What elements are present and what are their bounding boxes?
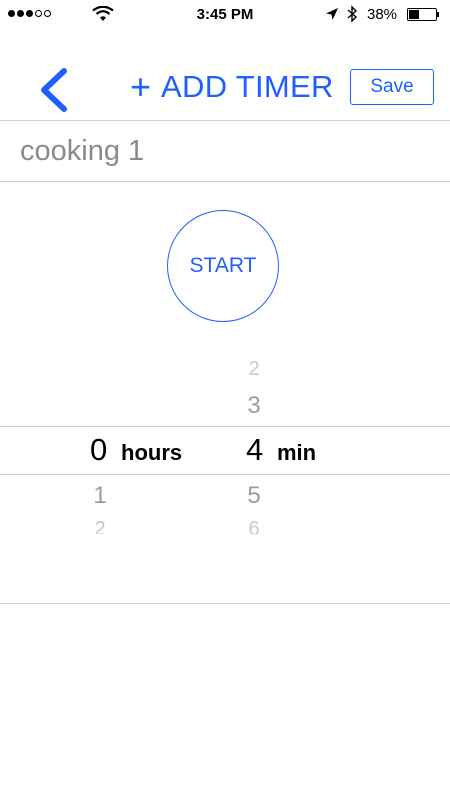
add-timer-button[interactable]: + ADD TIMER <box>130 69 334 105</box>
hours-unit-label: hours <box>121 440 183 465</box>
nav-bar: + ADD TIMER Save <box>0 32 450 120</box>
add-timer-label: ADD TIMER <box>161 69 334 104</box>
hours-selected-value: 0 <box>90 432 108 467</box>
minutes-option: 6 <box>248 518 260 534</box>
duration-picker: 1 2 0 hours 2 3 5 6 4 min <box>0 340 450 570</box>
battery-icon <box>407 8 437 21</box>
status-bar: 3:45 PM 38% <box>0 0 450 32</box>
save-button[interactable]: Save <box>350 69 434 105</box>
divider <box>0 603 450 604</box>
hours-option: 2 <box>94 518 106 534</box>
hours-option: 1 <box>93 482 107 509</box>
timer-name-input[interactable] <box>0 121 450 181</box>
back-button[interactable] <box>36 66 72 114</box>
minutes-option: 2 <box>248 358 260 376</box>
add-timer-screen: 3:45 PM 38% + ADD TIMER Save START <box>0 0 450 800</box>
chevron-left-icon <box>41 68 67 112</box>
divider <box>0 181 450 182</box>
plus-icon: + <box>130 66 152 107</box>
minutes-selected-value: 4 <box>246 432 264 467</box>
battery-percent: 38% <box>367 6 398 23</box>
start-button[interactable]: START <box>167 210 279 322</box>
minutes-option: 5 <box>247 482 261 509</box>
location-arrow-icon <box>326 8 338 20</box>
bluetooth-icon <box>347 5 358 23</box>
minutes-option: 3 <box>247 392 261 419</box>
battery-tip <box>437 12 439 17</box>
minutes-unit-label: min <box>277 440 317 465</box>
battery-fill <box>409 10 419 19</box>
